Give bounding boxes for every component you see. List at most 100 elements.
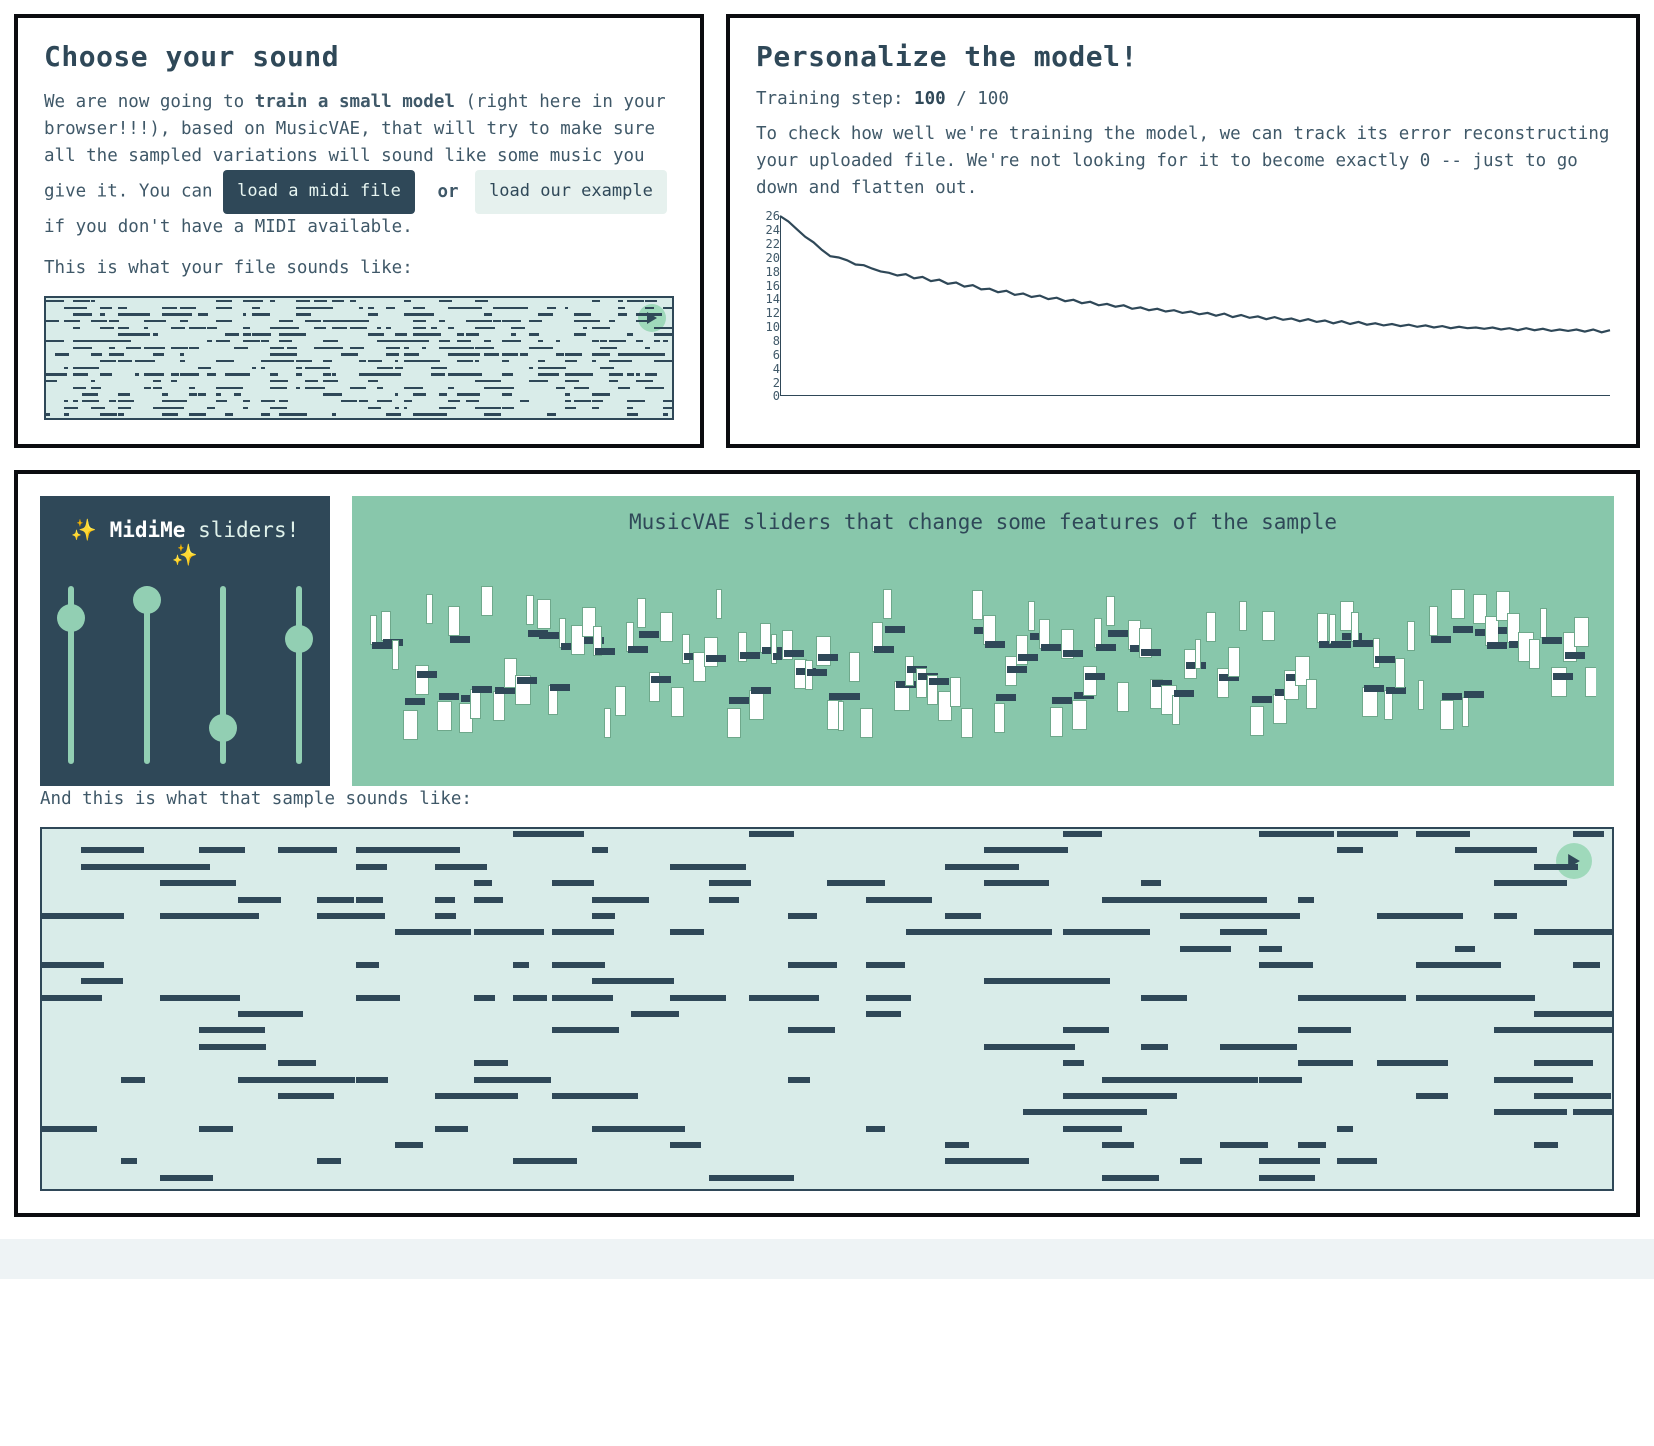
midi-note bbox=[435, 847, 453, 853]
midi-note bbox=[513, 1158, 577, 1164]
midime-slider-1[interactable] bbox=[68, 586, 74, 764]
midi-note bbox=[636, 353, 654, 356]
midi-note bbox=[332, 327, 346, 330]
sparkle-icon: ✨ bbox=[71, 518, 97, 542]
midime-slider-thumb[interactable] bbox=[209, 714, 237, 742]
midime-slider-thumb[interactable] bbox=[285, 625, 313, 653]
mvae-dot bbox=[439, 693, 459, 700]
midi-note bbox=[439, 393, 447, 396]
midi-note bbox=[431, 413, 447, 416]
midi-note bbox=[270, 327, 289, 330]
mvae-chip bbox=[883, 589, 892, 619]
midi-note bbox=[395, 333, 407, 336]
midi-note bbox=[592, 327, 610, 330]
midi-note bbox=[538, 380, 548, 383]
midi-note bbox=[46, 380, 57, 383]
midi-note bbox=[866, 995, 910, 1001]
midi-note bbox=[627, 333, 632, 336]
mvae-dot bbox=[1141, 649, 1161, 656]
load-example-button[interactable]: load our example bbox=[475, 170, 667, 213]
midi-note bbox=[162, 307, 177, 310]
midi-note bbox=[552, 995, 613, 1001]
midi-note bbox=[493, 380, 499, 383]
chart-ytick: 4 bbox=[760, 362, 780, 376]
midi-note bbox=[199, 1027, 265, 1033]
midi-note bbox=[866, 962, 904, 968]
mvae-chip bbox=[1462, 697, 1468, 727]
midi-note bbox=[502, 360, 509, 363]
musicvae-feature-area[interactable] bbox=[370, 540, 1596, 772]
midi-note bbox=[323, 340, 338, 343]
midi-note bbox=[234, 347, 249, 350]
midi-note bbox=[474, 995, 495, 1001]
chart-ytick: 22 bbox=[760, 237, 780, 251]
midi-note bbox=[216, 400, 227, 403]
midi-note bbox=[234, 333, 240, 336]
midi-note bbox=[180, 320, 187, 323]
midi-note bbox=[592, 847, 609, 853]
midi-note bbox=[574, 333, 586, 336]
midi-note bbox=[1259, 1158, 1320, 1164]
mvae-chip bbox=[1106, 596, 1115, 626]
midime-slider-4[interactable] bbox=[296, 586, 302, 764]
midime-slider-2[interactable] bbox=[144, 586, 150, 764]
midi-note bbox=[511, 307, 528, 310]
chart-ytick: 16 bbox=[760, 279, 780, 293]
midi-note bbox=[413, 307, 425, 310]
midi-note bbox=[153, 347, 165, 350]
mvae-dot bbox=[550, 684, 570, 691]
midi-note bbox=[475, 327, 495, 330]
mvae-dot bbox=[1364, 685, 1384, 692]
midi-note bbox=[55, 353, 69, 356]
midi-note bbox=[435, 913, 457, 919]
midi-note bbox=[386, 367, 393, 370]
midi-note bbox=[636, 380, 653, 383]
midi-note bbox=[317, 897, 354, 903]
midi-note bbox=[341, 320, 350, 323]
load-midi-button[interactable]: load a midi file bbox=[223, 170, 415, 213]
midime-slider-3[interactable] bbox=[220, 586, 226, 764]
midi-note bbox=[64, 367, 68, 370]
midi-note bbox=[475, 353, 479, 356]
mvae-chip bbox=[1117, 682, 1129, 712]
midi-note bbox=[180, 400, 187, 403]
midi-note bbox=[1494, 1027, 1575, 1033]
midi-note bbox=[1416, 1060, 1448, 1066]
midi-note bbox=[100, 407, 106, 410]
midi-note bbox=[395, 360, 399, 363]
midi-note bbox=[317, 913, 385, 919]
loss-line bbox=[780, 216, 1610, 332]
midi-note bbox=[475, 393, 480, 396]
midi-note bbox=[645, 373, 657, 376]
midi-note bbox=[100, 313, 106, 316]
mvae-dot bbox=[1464, 691, 1484, 698]
midi-note bbox=[670, 1142, 701, 1148]
midi-note bbox=[1102, 1142, 1134, 1148]
midi-note bbox=[552, 962, 605, 968]
midi-note bbox=[359, 320, 367, 323]
midi-note bbox=[709, 880, 751, 886]
mvae-dot bbox=[639, 631, 659, 638]
midi-note bbox=[1102, 929, 1150, 935]
midi-note bbox=[216, 307, 232, 310]
mvae-chip bbox=[437, 701, 452, 731]
midi-note bbox=[305, 313, 309, 316]
midi-note bbox=[1259, 1077, 1302, 1083]
midime-slider-thumb[interactable] bbox=[57, 604, 85, 632]
midi-note bbox=[153, 333, 158, 336]
play-sample-button[interactable] bbox=[1556, 843, 1592, 879]
midi-note bbox=[1102, 1093, 1177, 1099]
midi-note bbox=[663, 400, 674, 403]
midi-note bbox=[1494, 880, 1566, 886]
midi-note bbox=[356, 864, 387, 870]
midi-note bbox=[592, 978, 675, 984]
midi-note bbox=[600, 367, 613, 370]
midi-note bbox=[100, 413, 117, 416]
midi-note bbox=[627, 300, 644, 303]
midi-note bbox=[386, 340, 405, 343]
midi-note bbox=[422, 313, 434, 316]
mvae-dot bbox=[807, 669, 827, 676]
midi-note bbox=[457, 333, 464, 336]
midime-slider-thumb[interactable] bbox=[133, 586, 161, 614]
midi-note bbox=[618, 307, 625, 310]
